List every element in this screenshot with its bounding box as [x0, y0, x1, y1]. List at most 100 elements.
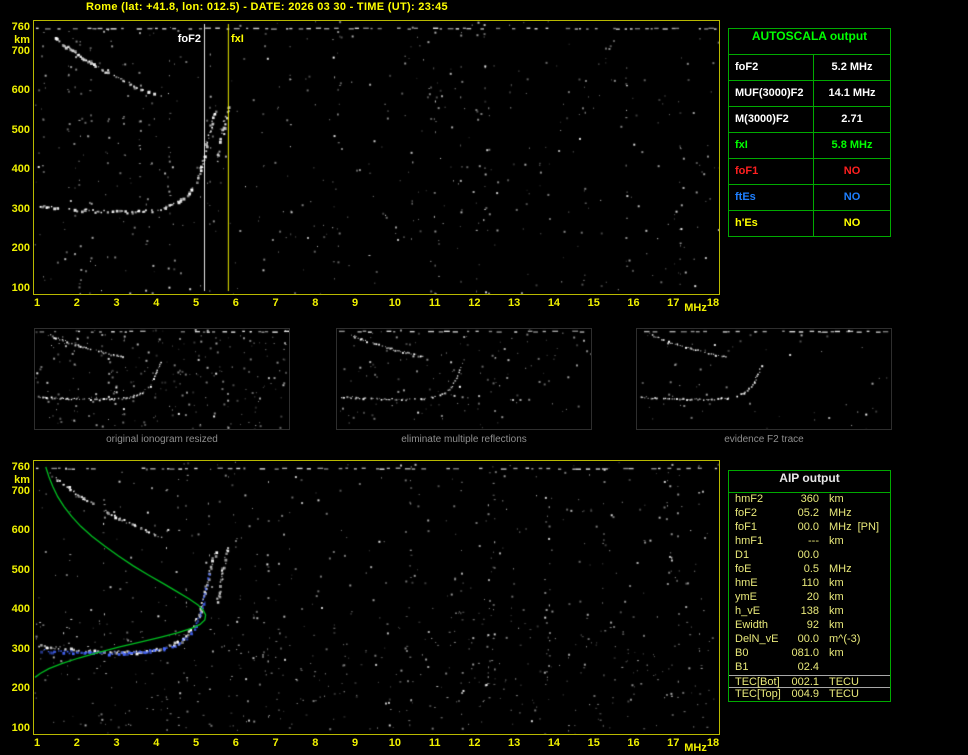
aip-row-value: 00.0 [787, 633, 819, 647]
aip-row: D100.0 [729, 549, 890, 563]
aip-row: ymE20km [729, 591, 890, 605]
screen: Rome (lat: +41.8, lon: 012.5) - DATE: 20… [0, 0, 968, 755]
y-tick-label: 200 [2, 242, 30, 254]
foF2-marker-label: foF2 [170, 33, 201, 45]
autoscala-row: foF1NO [729, 158, 890, 184]
aip-row-value: 00.0 [787, 521, 819, 535]
aip-row-unit: km [819, 535, 844, 549]
aip-row: hmF2360km [729, 493, 890, 507]
aip-row: B0081.0km [729, 647, 890, 661]
aip-row-label: foF2 [735, 507, 787, 521]
x-axis-unit: MHz [684, 302, 704, 314]
aip-row-unit: TECU [819, 676, 859, 687]
aip-row-label: D1 [735, 549, 787, 563]
x-tick-label: 13 [504, 737, 524, 749]
aip-row-unit: km [819, 605, 844, 619]
y-tick-label: 600 [2, 524, 30, 536]
x-tick-label: 15 [584, 737, 604, 749]
autoscala-row-label: fxI [729, 133, 813, 158]
autoscala-row-label: M(3000)F2 [729, 107, 813, 132]
x-tick-label: 16 [623, 737, 643, 749]
y-tick-label: 760 [2, 21, 30, 33]
x-tick-label: 7 [266, 297, 286, 309]
aip-row-value: 00.0 [787, 549, 819, 563]
top-ionogram-plot [33, 20, 720, 295]
aip-row-unit: MHz [819, 563, 852, 577]
x-tick-label: 17 [663, 297, 683, 309]
x-tick-label: 10 [385, 297, 405, 309]
aip-row-label: hmF2 [735, 493, 787, 507]
y-tick-label: 700 [2, 485, 30, 497]
aip-table-rows: hmF2360kmfoF205.2MHzfoF100.0MHz[PN]hmF1-… [729, 493, 890, 699]
aip-row: foE0.5MHz [729, 563, 890, 577]
panel-eliminate-reflections [336, 328, 592, 430]
aip-tec-row: TEC[Top]004.9TECU [729, 687, 890, 699]
autoscala-row-label: h'Es [729, 211, 813, 236]
x-tick-label: 4 [146, 297, 166, 309]
autoscala-row-value: 14.1 MHz [813, 81, 890, 106]
y-tick-label: 600 [2, 84, 30, 96]
panel-evidence-f2-trace [636, 328, 892, 430]
autoscala-row-value: NO [813, 211, 890, 236]
autoscala-row-value: 5.8 MHz [813, 133, 890, 158]
aip-row-unit: km [819, 619, 844, 633]
x-tick-label: 9 [345, 737, 365, 749]
x-tick-label: 13 [504, 297, 524, 309]
aip-row-value: 138 [787, 605, 819, 619]
y-tick-label: 500 [2, 564, 30, 576]
aip-row-unit: km [819, 591, 844, 605]
x-tick-label: 2 [67, 297, 87, 309]
autoscala-row-label: foF1 [729, 159, 813, 184]
aip-row-label: TEC[Top] [735, 688, 787, 699]
y-tick-label: 700 [2, 45, 30, 57]
x-tick-label: 14 [544, 297, 564, 309]
autoscala-row: foF25.2 MHz [729, 54, 890, 80]
y-tick-label: 300 [2, 643, 30, 655]
station-title: Rome (lat: +41.8, lon: 012.5) - DATE: 20… [86, 1, 448, 13]
aip-row: Ewidth92km [729, 619, 890, 633]
y-tick-label: 100 [2, 722, 30, 734]
aip-row-value: 05.2 [787, 507, 819, 521]
aip-row-value: 004.9 [787, 688, 819, 699]
aip-tec-row: TEC[Bot]002.1TECU [729, 675, 890, 687]
x-tick-label: 11 [425, 297, 445, 309]
autoscala-table-rows: foF25.2 MHzMUF(3000)F214.1 MHzM(3000)F22… [729, 54, 890, 236]
aip-row-value: 92 [787, 619, 819, 633]
aip-row: DelN_vE00.0m^(-3) [729, 633, 890, 647]
autoscala-row-value: 5.2 MHz [813, 55, 890, 80]
x-tick-label: 6 [226, 737, 246, 749]
aip-row-unit [819, 661, 829, 675]
autoscala-row-value: 2.71 [813, 107, 890, 132]
aip-row-unit: MHz [819, 521, 852, 535]
aip-row-value: 0.5 [787, 563, 819, 577]
x-tick-label: 2 [67, 737, 87, 749]
panel-original-ionogram [34, 328, 290, 430]
x-tick-label: 6 [226, 297, 246, 309]
aip-row-label: foF1 [735, 521, 787, 535]
aip-row: hmE110km [729, 577, 890, 591]
bottom-ionogram-canvas [34, 461, 719, 734]
y-tick-label: 300 [2, 203, 30, 215]
x-tick-label: 4 [146, 737, 166, 749]
y-tick-label: 400 [2, 163, 30, 175]
autoscala-row: fxI5.8 MHz [729, 132, 890, 158]
aip-row-unit: km [819, 647, 844, 661]
aip-row-label: Ewidth [735, 619, 787, 633]
y-axis-unit: km [2, 474, 30, 486]
aip-row-label: hmE [735, 577, 787, 591]
aip-row-unit [819, 549, 829, 563]
aip-row-value: 002.1 [787, 676, 819, 687]
aip-row-value: --- [787, 535, 819, 549]
aip-table: AIP output hmF2360kmfoF205.2MHzfoF100.0M… [728, 470, 891, 702]
aip-row-unit: m^(-3) [819, 633, 860, 647]
aip-table-title: AIP output [729, 471, 890, 493]
autoscala-row: h'EsNO [729, 210, 890, 236]
x-tick-label: 7 [266, 737, 286, 749]
aip-row-label: h_vE [735, 605, 787, 619]
y-tick-label: 200 [2, 682, 30, 694]
aip-row: B102.4 [729, 661, 890, 675]
aip-row-note: [PN] [858, 521, 879, 535]
x-tick-label: 8 [305, 737, 325, 749]
x-tick-label: 1 [27, 297, 47, 309]
aip-row: h_vE138km [729, 605, 890, 619]
